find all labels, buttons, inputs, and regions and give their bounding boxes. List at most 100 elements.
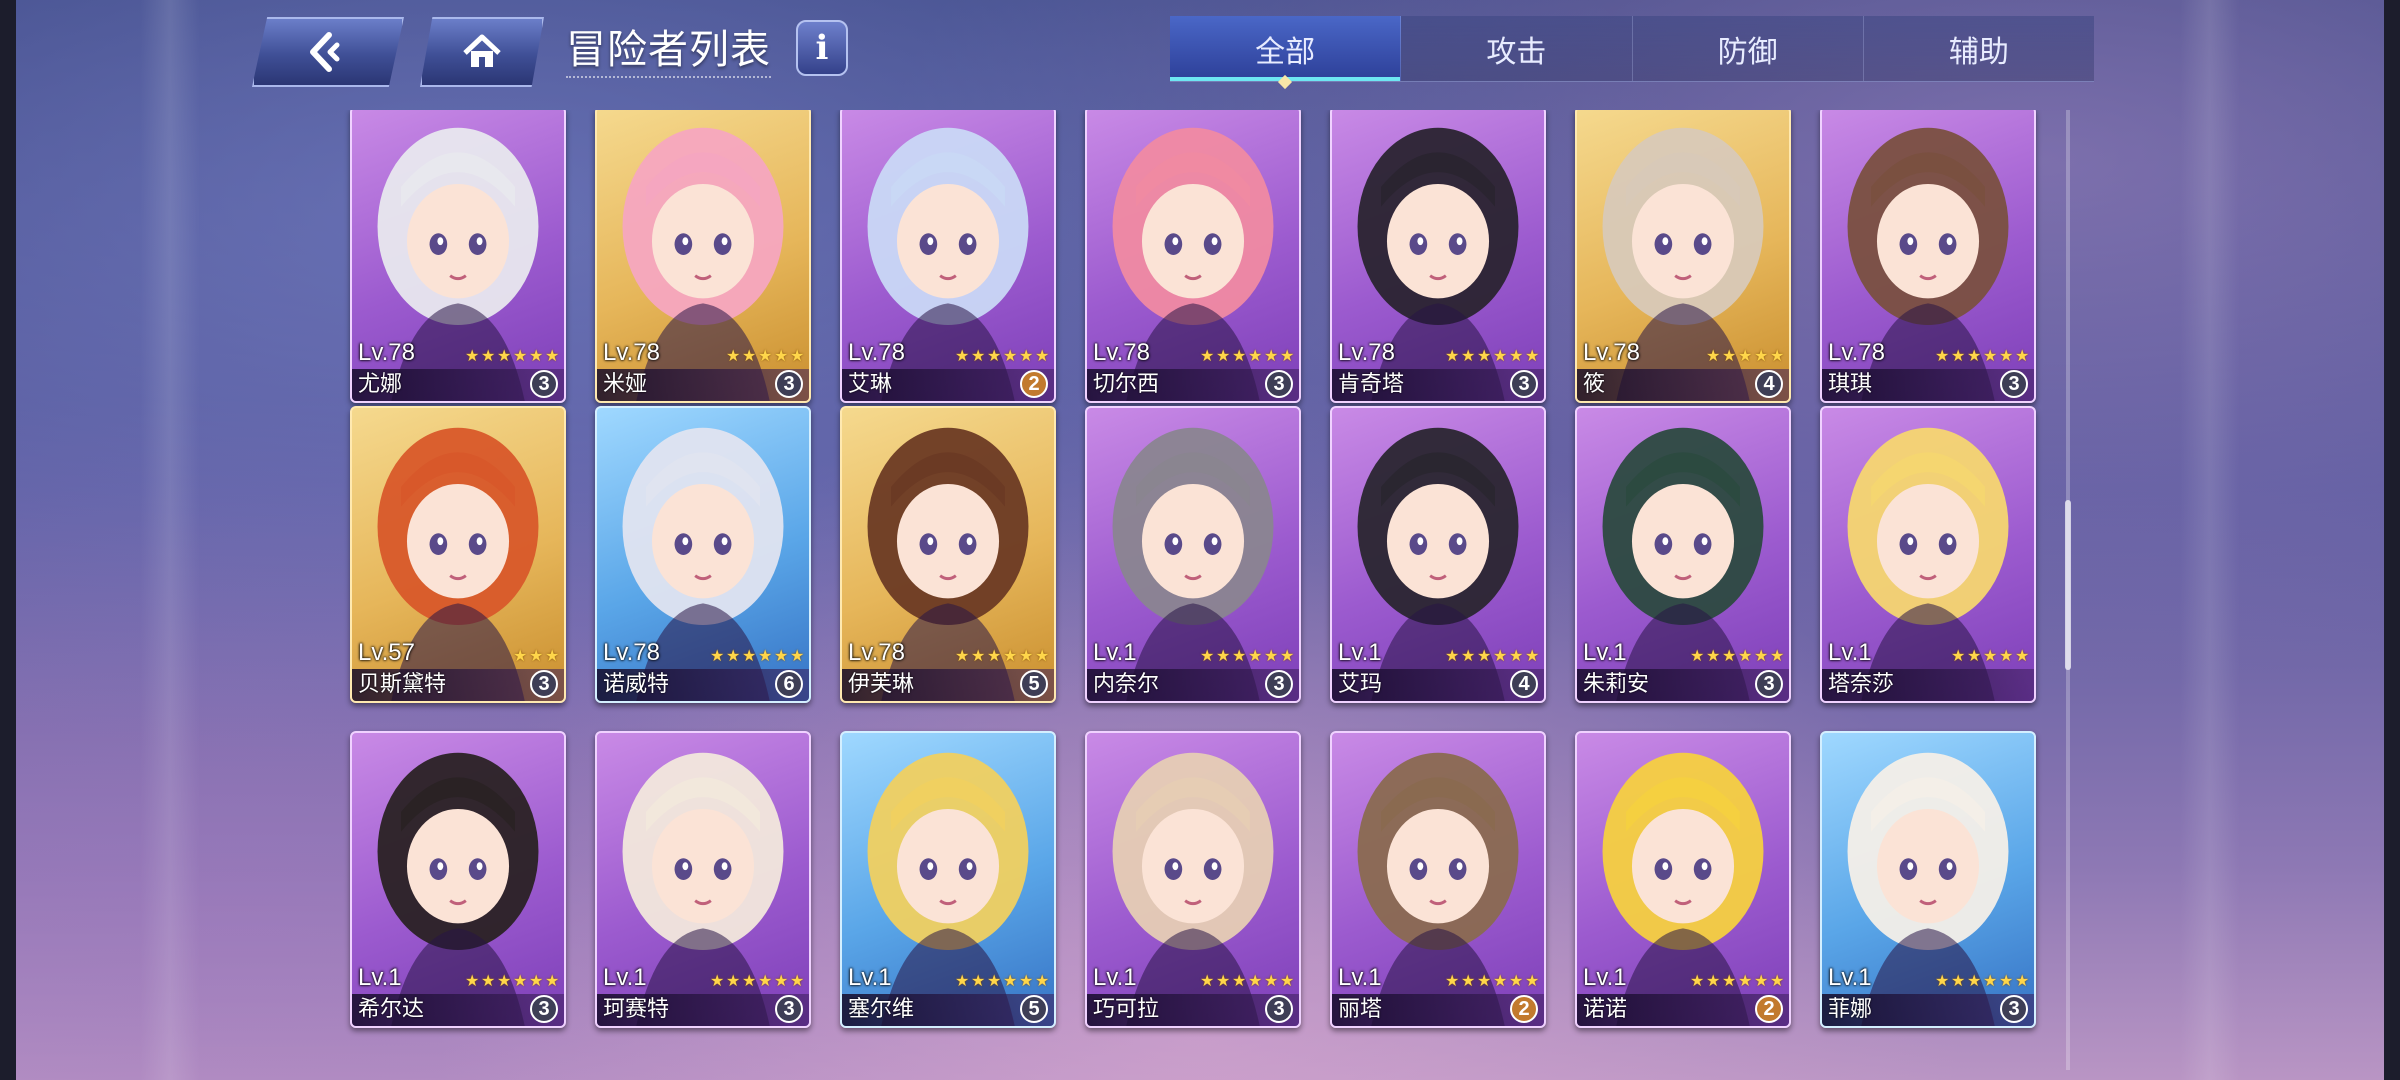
info-button[interactable]: i — [796, 20, 848, 76]
star-icon: ★ — [497, 973, 512, 990]
star-rating: ★ ★ ★ ★ ★ — [1706, 348, 1785, 365]
adventurer-card[interactable]: Lv.78 ★ ★ ★ ★ ★ 筱 4 — [1575, 110, 1791, 403]
adventurer-card[interactable]: Lv.1 ★ ★ ★ ★ ★ ★ 珂赛特 3 — [595, 731, 811, 1028]
back-button[interactable] — [252, 17, 404, 87]
adventurer-name: 巧可拉 — [1093, 997, 1160, 1022]
star-icon: ★ — [1738, 973, 1753, 990]
level-label: Lv.78 — [1583, 339, 1640, 366]
star-icon: ★ — [1003, 973, 1018, 990]
star-rating: ★ ★ ★ ★ ★ ★ — [465, 973, 560, 990]
star-icon: ★ — [1509, 348, 1524, 365]
adventurer-name: 艾琳 — [848, 372, 893, 397]
adventurer-card[interactable]: Lv.78 ★ ★ ★ ★ ★ ★ 尤娜 3 — [350, 110, 566, 403]
star-icon: ★ — [742, 973, 757, 990]
level-label: Lv.1 — [1093, 964, 1137, 991]
adventurer-card[interactable]: Lv.1 ★ ★ ★ ★ ★ ★ 巧可拉 3 — [1085, 731, 1301, 1028]
star-icon: ★ — [971, 973, 986, 990]
star-icon: ★ — [1461, 648, 1476, 665]
adventurer-card[interactable]: Lv.78 ★ ★ ★ ★ ★ 米娅 3 — [595, 110, 811, 403]
star-icon: ★ — [513, 648, 528, 665]
star-rating: ★ ★ ★ ★ ★ ★ — [710, 648, 805, 665]
star-icon: ★ — [971, 348, 986, 365]
star-icon: ★ — [1200, 973, 1215, 990]
background-light-ray — [2180, 0, 2240, 1080]
star-icon: ★ — [1019, 348, 1034, 365]
adventurer-card[interactable]: Lv.78 ★ ★ ★ ★ ★ ★ 艾琳 2 — [840, 110, 1056, 403]
star-icon: ★ — [710, 648, 725, 665]
star-rating: ★ ★ ★ ★ ★ ★ — [955, 648, 1050, 665]
level-label: Lv.78 — [848, 339, 905, 366]
star-icon: ★ — [1983, 348, 1998, 365]
count-badge: 3 — [530, 670, 558, 698]
level-label: Lv.1 — [358, 964, 402, 991]
star-icon: ★ — [513, 348, 528, 365]
star-icon: ★ — [1770, 648, 1785, 665]
tab-support[interactable]: 辅助 — [1864, 16, 2094, 81]
star-icon: ★ — [774, 348, 789, 365]
star-icon: ★ — [726, 348, 741, 365]
star-icon: ★ — [1280, 648, 1295, 665]
star-icon: ★ — [1232, 348, 1247, 365]
adventurer-card[interactable]: Lv.1 ★ ★ ★ ★ ★ ★ 塞尔维 5 — [840, 731, 1056, 1028]
star-icon: ★ — [1706, 973, 1721, 990]
adventurer-card[interactable]: Lv.1 ★ ★ ★ ★ ★ ★ 菲娜 3 — [1820, 731, 2036, 1028]
count-badge: 3 — [1510, 370, 1538, 398]
scrollbar-thumb[interactable] — [2065, 500, 2071, 670]
adventurer-card[interactable]: Lv.78 ★ ★ ★ ★ ★ ★ 切尔西 3 — [1085, 110, 1301, 403]
adventurer-name: 朱莉安 — [1583, 672, 1650, 697]
home-button[interactable] — [420, 17, 544, 87]
star-icon: ★ — [1493, 973, 1508, 990]
adventurer-card[interactable]: Lv.57 ★ ★ ★ 贝斯黛特 3 — [350, 406, 566, 703]
tab-defense[interactable]: 防御 — [1633, 16, 1864, 81]
adventurer-card[interactable]: Lv.1 ★ ★ ★ ★ ★ ★ 诺诺 2 — [1575, 731, 1791, 1028]
star-icon: ★ — [1248, 973, 1263, 990]
star-icon: ★ — [1461, 348, 1476, 365]
star-icon: ★ — [1461, 973, 1476, 990]
star-icon: ★ — [1706, 348, 1721, 365]
tab-all[interactable]: 全部 — [1170, 16, 1402, 81]
star-icon: ★ — [790, 648, 805, 665]
game-background: 冒险者列表 i 全部 攻击 防御 辅助 Lv.78 ★ ★ ★ ★ ★ ★ 尤娜 3 Lv.78 ★… — [0, 0, 2400, 1080]
star-icon: ★ — [1951, 973, 1966, 990]
adventurer-name: 诺威特 — [603, 672, 670, 697]
star-icon: ★ — [1706, 648, 1721, 665]
star-icon: ★ — [987, 973, 1002, 990]
count-badge: 3 — [1265, 370, 1293, 398]
adventurer-card[interactable]: Lv.78 ★ ★ ★ ★ ★ ★ 伊芙琳 5 — [840, 406, 1056, 703]
star-icon: ★ — [1525, 348, 1540, 365]
adventurer-card[interactable]: Lv.78 ★ ★ ★ ★ ★ ★ 琪琪 3 — [1820, 110, 2036, 403]
star-icon: ★ — [2015, 973, 2030, 990]
star-icon: ★ — [955, 648, 970, 665]
adventurer-card[interactable]: Lv.1 ★ ★ ★ ★ ★ ★ 丽塔 2 — [1330, 731, 1546, 1028]
tab-attack[interactable]: 攻击 — [1401, 16, 1633, 81]
star-icon: ★ — [1967, 348, 1982, 365]
home-icon — [463, 34, 501, 67]
star-icon: ★ — [726, 648, 741, 665]
star-icon: ★ — [1035, 348, 1050, 365]
adventurer-card[interactable]: Lv.1 ★ ★ ★ ★ ★ ★ 内奈尔 3 — [1085, 406, 1301, 703]
adventurer-name: 丽塔 — [1338, 997, 1383, 1022]
star-icon: ★ — [1754, 348, 1769, 365]
adventurer-name: 米娅 — [603, 372, 648, 397]
star-icon: ★ — [1019, 648, 1034, 665]
adventurer-name: 珂赛特 — [603, 997, 670, 1022]
adventurer-card[interactable]: Lv.1 ★ ★ ★ ★ ★ ★ 艾玛 4 — [1330, 406, 1546, 703]
adventurer-card[interactable]: Lv.1 ★ ★ ★ ★ ★ ★ 朱莉安 3 — [1575, 406, 1791, 703]
count-badge: 3 — [530, 370, 558, 398]
star-icon: ★ — [1035, 973, 1050, 990]
count-badge: 5 — [1020, 995, 1048, 1023]
adventurer-card[interactable]: Lv.1 ★ ★ ★ ★ ★ ★ 希尔达 3 — [350, 731, 566, 1028]
adventurer-card[interactable]: Lv.1 ★ ★ ★ ★ ★ 塔奈莎 — [1820, 406, 2036, 703]
adventurer-name: 艾玛 — [1338, 672, 1383, 697]
star-icon: ★ — [1722, 648, 1737, 665]
adventurer-card[interactable]: Lv.78 ★ ★ ★ ★ ★ ★ 诺威特 6 — [595, 406, 811, 703]
star-icon: ★ — [1248, 348, 1263, 365]
count-badge: 2 — [1020, 370, 1048, 398]
star-rating: ★ ★ ★ ★ ★ ★ — [1935, 348, 2030, 365]
star-icon: ★ — [2015, 348, 2030, 365]
star-rating: ★ ★ ★ ★ ★ ★ — [1200, 348, 1295, 365]
adventurer-name: 希尔达 — [358, 997, 425, 1022]
star-rating: ★ ★ ★ ★ ★ ★ — [1690, 648, 1785, 665]
star-icon: ★ — [545, 648, 560, 665]
adventurer-card[interactable]: Lv.78 ★ ★ ★ ★ ★ ★ 肯奇塔 3 — [1330, 110, 1546, 403]
